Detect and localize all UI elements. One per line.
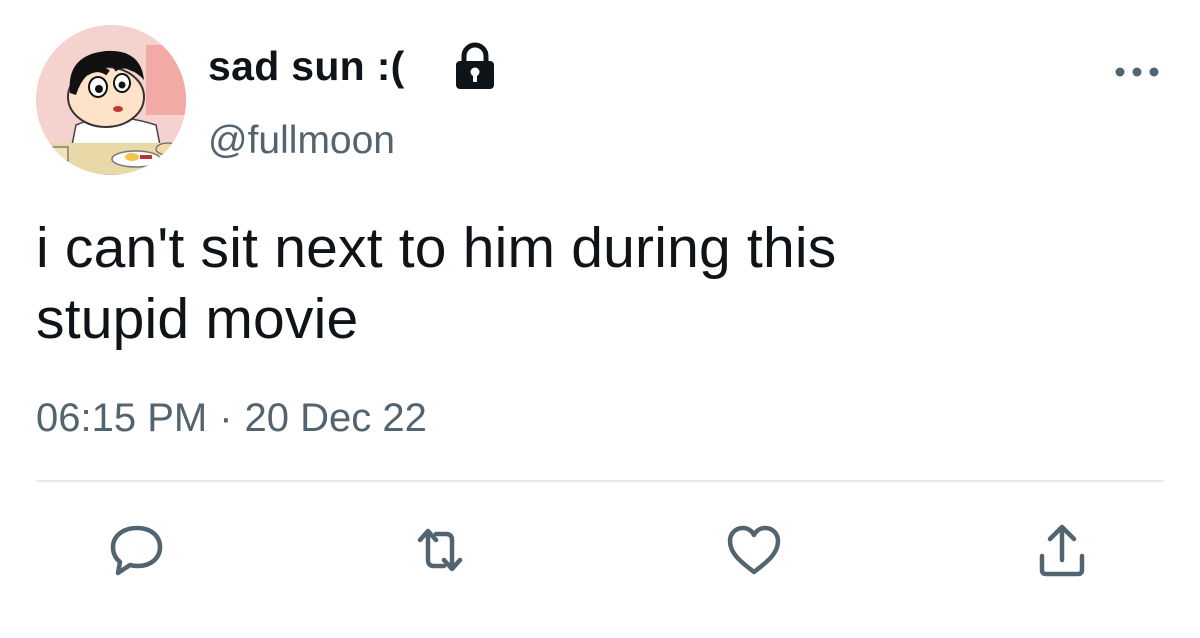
- tweet-text-line: i can't sit next to him during this: [36, 216, 837, 280]
- divider: [36, 480, 1164, 482]
- username-handle[interactable]: @fullmoon: [208, 118, 395, 164]
- display-name[interactable]: sad sun :(: [208, 40, 405, 92]
- lock-icon: [456, 42, 494, 89]
- tweet-time: 06:15 PM: [36, 396, 208, 440]
- tweet-date: 20 Dec 22: [244, 396, 427, 440]
- tweet-text-line: stupid movie: [36, 287, 359, 351]
- more-icon[interactable]: [1112, 60, 1162, 84]
- avatar-illustration: [36, 25, 186, 175]
- tweet-timestamp[interactable]: 06:15 PM · 20 Dec 22: [36, 392, 427, 444]
- tweet-card: sad sun :( @fullmoon i can't sit next to…: [0, 0, 1200, 638]
- tweet-text: i can't sit next to him during this stup…: [36, 213, 1156, 355]
- avatar[interactable]: [36, 25, 186, 175]
- reply-icon: [110, 525, 163, 576]
- like-icon: [727, 525, 781, 575]
- meta-separator: ·: [219, 396, 233, 440]
- retweet-button[interactable]: [408, 518, 472, 582]
- like-button[interactable]: [722, 518, 786, 582]
- share-icon: [1039, 524, 1085, 577]
- share-button[interactable]: [1030, 518, 1094, 582]
- reply-button[interactable]: [105, 518, 169, 582]
- retweet-icon: [417, 528, 463, 572]
